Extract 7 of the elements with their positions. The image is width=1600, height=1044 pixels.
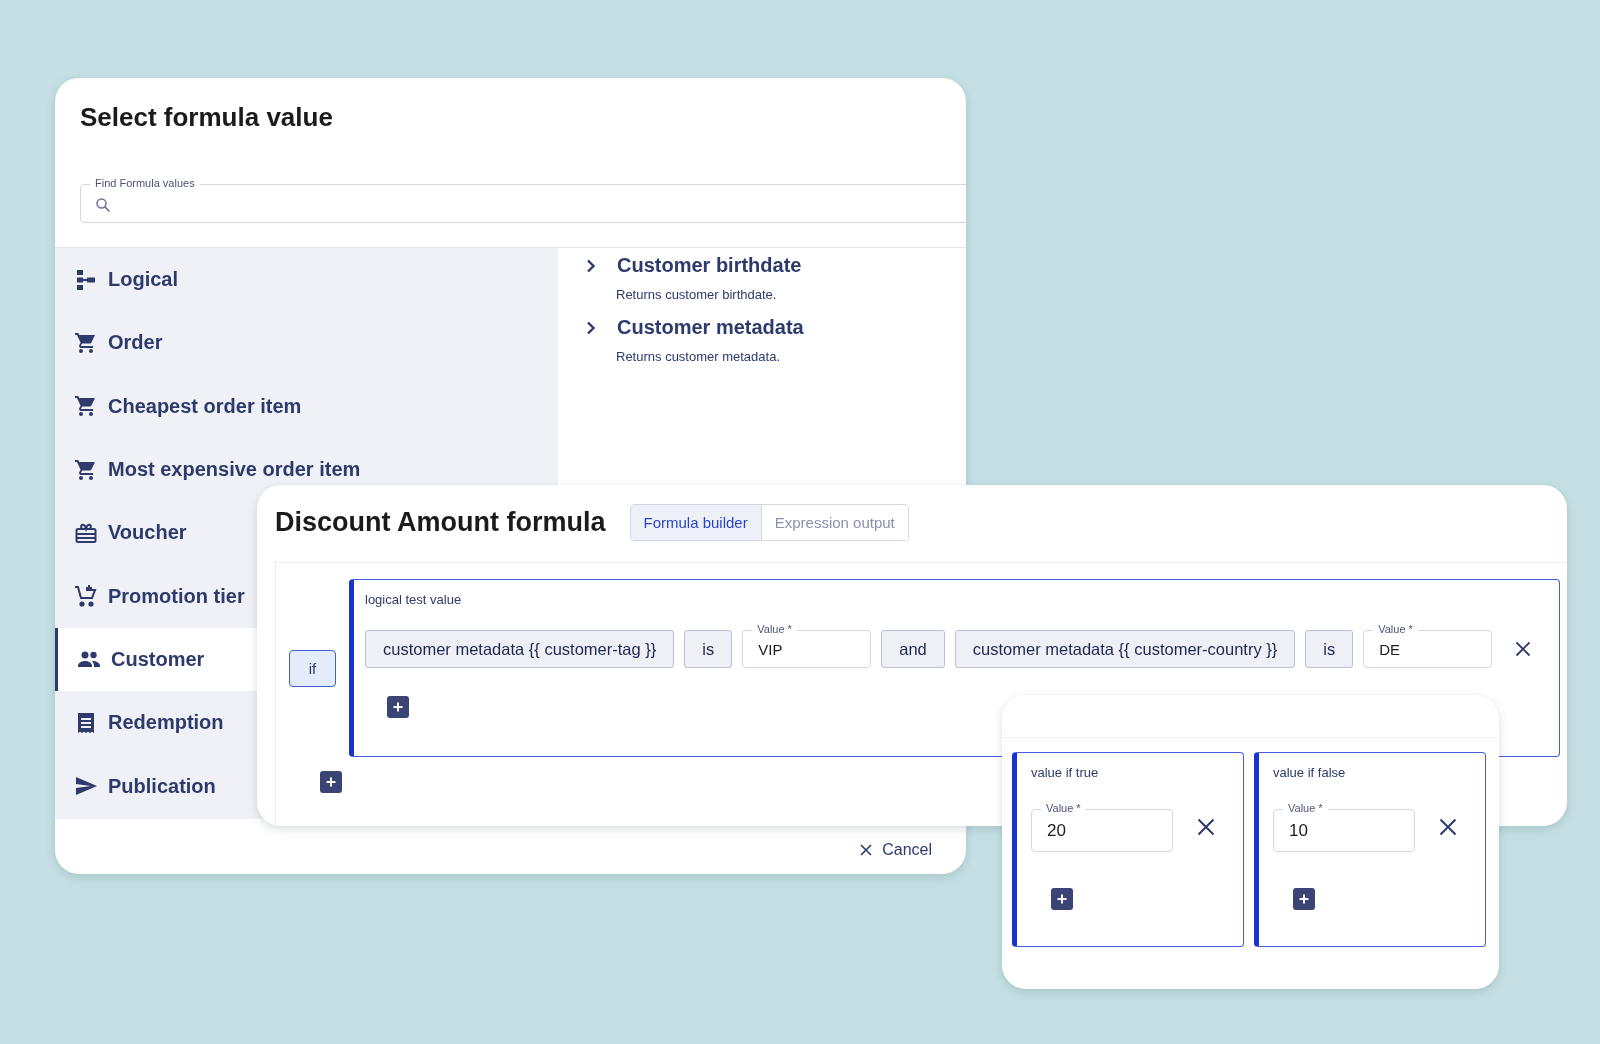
panel-label: logical test value xyxy=(365,592,463,607)
panel-label: value if false xyxy=(1273,765,1347,780)
result-description: Returns customer birthdate. xyxy=(616,287,778,302)
formula-title: Discount Amount formula xyxy=(275,506,606,538)
dialog-title: Select formula value xyxy=(79,101,333,134)
panel-label: value if true xyxy=(1031,765,1100,780)
result-description: Returns customer metadata. xyxy=(616,349,782,364)
